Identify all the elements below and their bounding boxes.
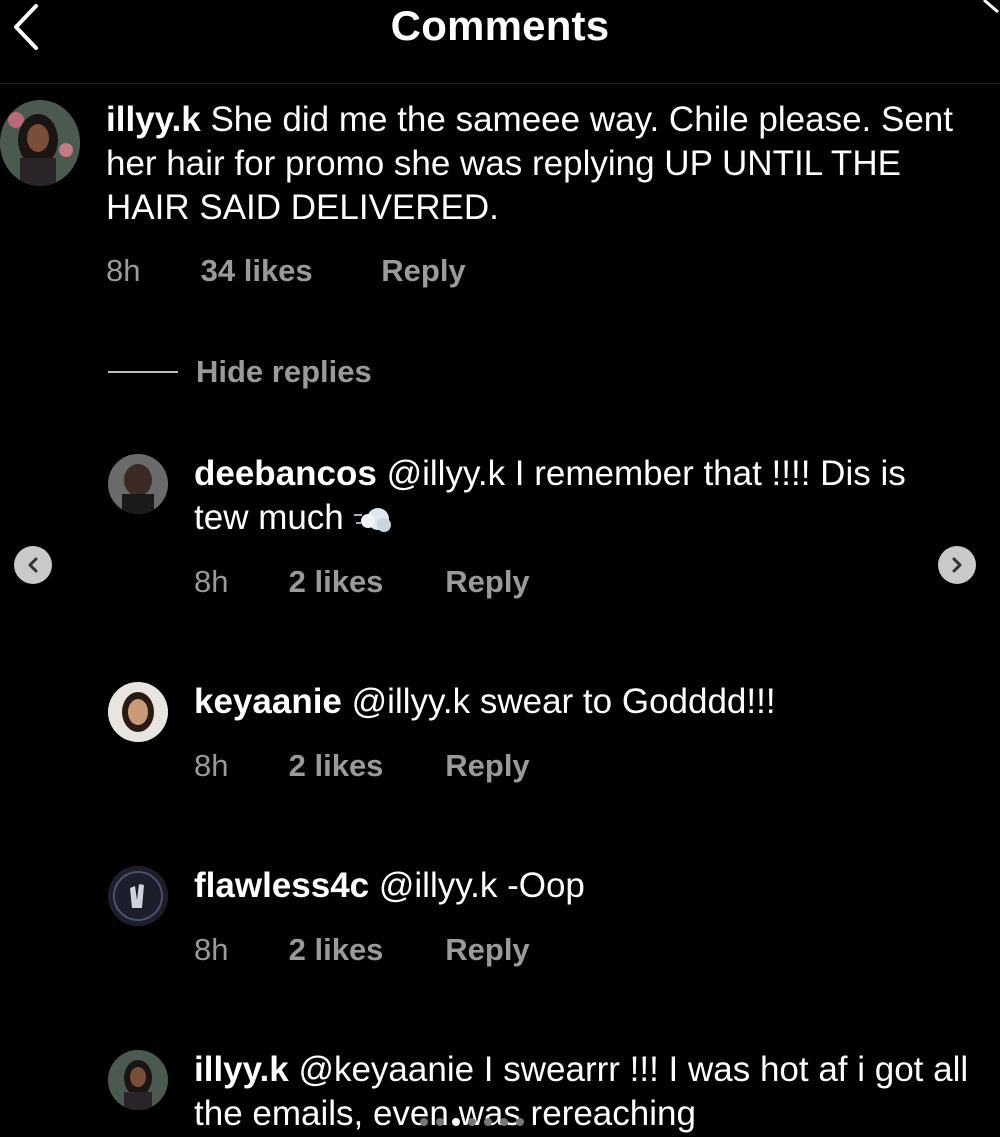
avatar[interactable]: [0, 100, 80, 186]
hide-replies-button[interactable]: Hide replies: [108, 350, 372, 394]
reply-likes[interactable]: 2 likes: [289, 564, 437, 600]
carousel-dot[interactable]: [452, 1118, 460, 1126]
avatar[interactable]: [108, 1050, 168, 1110]
reply-meta: 8h 2 likes Reply: [194, 748, 530, 784]
reply-username[interactable]: flawless4c: [194, 866, 369, 905]
comment-time: 8h: [106, 253, 141, 288]
avatar[interactable]: [108, 866, 168, 926]
avatar[interactable]: [108, 454, 168, 514]
carousel-prev-button[interactable]: [14, 546, 52, 584]
reply-text: @illyy.k -Oop: [378, 866, 585, 905]
header-bar: Comments: [0, 0, 1000, 84]
comment-username[interactable]: illyy.k: [106, 100, 201, 139]
divider: [108, 371, 178, 373]
reply-button[interactable]: Reply: [445, 932, 529, 968]
carousel-dot[interactable]: [420, 1118, 428, 1126]
chevron-right-icon: [952, 557, 962, 573]
carousel-dot[interactable]: [468, 1118, 476, 1126]
reply-button[interactable]: Reply: [381, 253, 465, 289]
reply-meta: 8h 2 likes Reply: [194, 564, 530, 600]
carousel-dot[interactable]: [484, 1118, 492, 1126]
page-title: Comments: [390, 2, 610, 49]
carousel-dots: [420, 1118, 524, 1126]
reply-username[interactable]: illyy.k: [194, 1050, 289, 1089]
reply-text: @illyy.k swear to Godddd!!!: [351, 682, 776, 721]
carousel-dot[interactable]: [436, 1118, 444, 1126]
reply-username[interactable]: keyaanie: [194, 682, 342, 721]
carousel-dot[interactable]: [516, 1118, 524, 1126]
hide-replies-label: Hide replies: [196, 354, 372, 389]
reply-text: @keyaanie I swearrr !!! I was hot af i g…: [194, 1050, 969, 1133]
reply-username[interactable]: deebancos: [194, 454, 377, 493]
reply-time: 8h: [194, 564, 229, 599]
reply-button[interactable]: Reply: [445, 748, 529, 784]
chevron-left-icon: [28, 557, 38, 573]
reply-likes[interactable]: 2 likes: [289, 932, 437, 968]
reply-button[interactable]: Reply: [445, 564, 529, 600]
carousel-next-button[interactable]: [938, 546, 976, 584]
avatar[interactable]: [108, 682, 168, 742]
direct-message-icon[interactable]: [980, 0, 1000, 20]
comment-meta: 8h 34 likes Reply: [106, 253, 466, 289]
reply-meta: 8h 2 likes Reply: [194, 932, 530, 968]
carousel-dot[interactable]: [500, 1118, 508, 1126]
reply-time: 8h: [194, 932, 229, 967]
reply-likes[interactable]: 2 likes: [289, 748, 437, 784]
comment-text: She did me the sameee way. Chile please.…: [106, 100, 953, 227]
dash-emoji-icon: [353, 503, 394, 537]
comment-likes[interactable]: 34 likes: [201, 253, 373, 289]
reply-time: 8h: [194, 748, 229, 783]
